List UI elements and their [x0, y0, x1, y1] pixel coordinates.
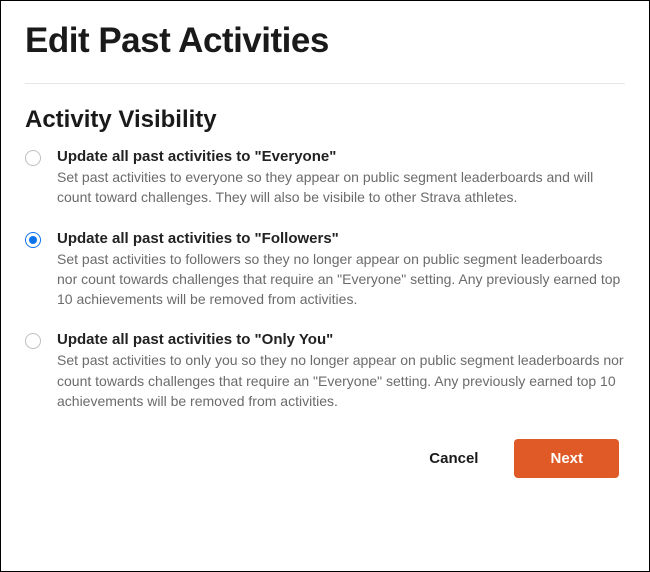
radio-only-you[interactable]	[25, 333, 41, 349]
cancel-button[interactable]: Cancel	[421, 440, 486, 477]
option-desc: Set past activities to everyone so they …	[57, 167, 625, 208]
option-body: Update all past activities to "Only You"…	[57, 331, 625, 411]
option-desc: Set past activities to followers so they…	[57, 249, 625, 310]
option-everyone: Update all past activities to "Everyone"…	[25, 148, 625, 208]
option-body: Update all past activities to "Followers…	[57, 230, 625, 310]
option-only-you: Update all past activities to "Only You"…	[25, 331, 625, 411]
option-label-followers[interactable]: Update all past activities to "Followers…	[57, 230, 625, 247]
button-row: Cancel Next	[25, 439, 625, 478]
option-label-only-you[interactable]: Update all past activities to "Only You"	[57, 331, 625, 348]
option-followers: Update all past activities to "Followers…	[25, 230, 625, 310]
next-button[interactable]: Next	[514, 439, 619, 478]
option-label-everyone[interactable]: Update all past activities to "Everyone"	[57, 148, 625, 165]
page-title: Edit Past Activities	[25, 21, 625, 61]
option-body: Update all past activities to "Everyone"…	[57, 148, 625, 208]
divider	[25, 83, 625, 84]
radio-followers[interactable]	[25, 232, 41, 248]
radio-everyone[interactable]	[25, 150, 41, 166]
options-list: Update all past activities to "Everyone"…	[25, 148, 625, 411]
option-desc: Set past activities to only you so they …	[57, 350, 625, 411]
section-title: Activity Visibility	[25, 106, 625, 134]
